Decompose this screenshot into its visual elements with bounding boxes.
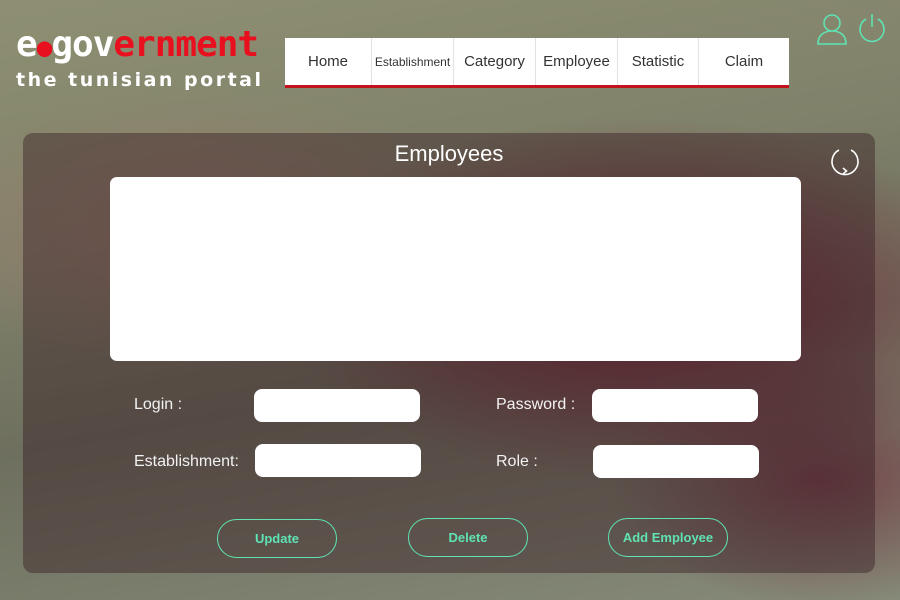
logo-wordmark: e●government [16,26,276,67]
establishment-input[interactable] [255,444,421,477]
nav-claim[interactable]: Claim [699,38,789,85]
logo-part-gov: gov [51,24,114,65]
refresh-icon[interactable] [829,145,861,177]
nav-employee[interactable]: Employee [536,38,618,85]
nav-establishment[interactable]: Establishment [372,38,454,85]
user-icon[interactable] [816,12,848,46]
logo-part-e: e [16,24,38,65]
main-navbar: Home Establishment Category Employee Sta… [285,38,789,88]
delete-button[interactable]: Delete [408,518,528,557]
egovernment-logo: e●government the tunisian portal [16,26,276,96]
add-employee-button[interactable]: Add Employee [608,518,728,557]
password-input[interactable] [592,389,758,422]
role-input[interactable] [593,445,759,478]
logo-tagline: the tunisian portal [16,69,264,91]
power-icon[interactable] [856,12,888,46]
password-label: Password : [496,396,576,413]
login-input[interactable] [254,389,420,422]
employees-panel: Employees Login : Establishment: Passwor… [23,133,875,573]
nav-category[interactable]: Category [454,38,536,85]
login-label: Login : [134,396,183,413]
logo-part-ernment: ernment [113,24,259,65]
nav-statistic[interactable]: Statistic [618,38,699,85]
panel-title: Employees [394,141,504,166]
header-icons [816,12,888,46]
nav-home[interactable]: Home [285,38,372,85]
establishment-label: Establishment: [134,453,239,470]
logo-dot: ● [36,33,53,63]
role-label: Role : [496,453,538,470]
update-button[interactable]: Update [217,519,337,558]
employees-table[interactable] [110,177,801,361]
